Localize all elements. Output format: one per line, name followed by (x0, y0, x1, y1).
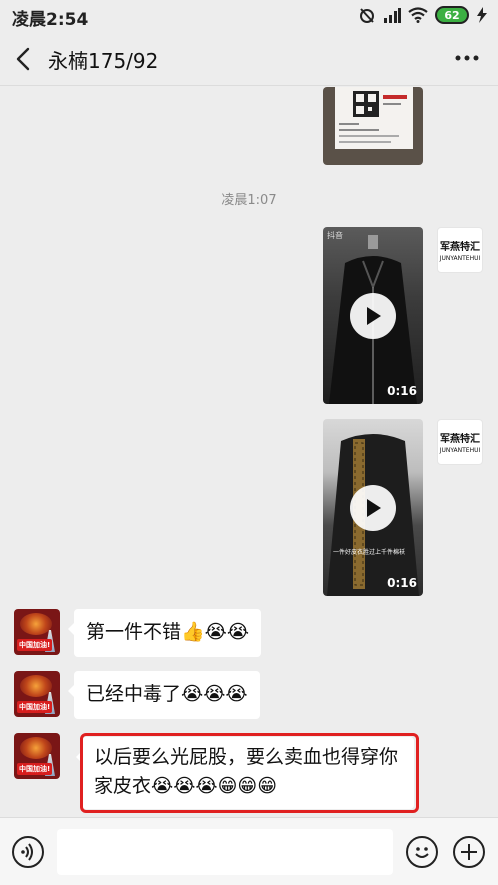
brand-name-cn: 军燕特汇 (440, 434, 480, 445)
video-duration: 0:16 (387, 576, 417, 590)
smiley-icon (415, 847, 429, 858)
document-image[interactable] (323, 87, 423, 165)
play-icon (367, 307, 381, 325)
plus-icon (461, 844, 477, 860)
avatar-label: 中国加油! (17, 701, 53, 713)
play-button[interactable] (350, 485, 396, 531)
message-input[interactable] (57, 829, 393, 875)
brand-name-en: JUNYANTEHUI (439, 447, 481, 454)
document-paper (335, 87, 413, 149)
user-avatar[interactable]: 中国加油! (14, 609, 60, 655)
voice-button[interactable] (12, 836, 44, 868)
video-caption: 一件好皮衣胜过上千件棉袄 (333, 549, 406, 556)
brand-avatar[interactable]: 军燕特汇 JUNYANTEHUI (437, 419, 483, 465)
message-bubble[interactable]: 已经中毒了😭😭😭 (68, 671, 260, 719)
charging-icon (477, 7, 487, 23)
signal-icon (384, 8, 401, 23)
user-avatar[interactable]: 中国加油! (14, 733, 60, 779)
status-icons: 62 (358, 6, 488, 24)
brand-name-en: JUNYANTEHUI (439, 255, 481, 262)
more-functions-button[interactable] (453, 836, 485, 868)
highlight-box (80, 733, 419, 813)
fireworks-image (20, 737, 52, 759)
fireworks-image (20, 613, 52, 635)
video-message-1[interactable]: 抖音 0:16 (323, 227, 423, 404)
brand-avatar[interactable]: 军燕特汇 JUNYANTEHUI (437, 227, 483, 273)
status-bar: 凌晨2:54 62 (0, 0, 498, 32)
message-timestamp: 凌晨1:07 (221, 193, 277, 208)
chat-title: 永楠175/92 (48, 49, 159, 73)
chat-header: 永楠175/92 (0, 32, 498, 86)
wifi-icon (408, 7, 428, 23)
fireworks-image (20, 675, 52, 697)
play-button[interactable] (350, 293, 396, 339)
more-options-icon[interactable] (454, 48, 480, 68)
message-text: 已经中毒了😭😭😭 (86, 683, 248, 705)
message-text: 第一件不错👍😭😭 (86, 621, 250, 643)
message-bubble[interactable]: 第一件不错👍😭😭 (67, 609, 262, 657)
qr-code-image (339, 91, 407, 143)
avatar-label: 中国加油! (17, 639, 53, 651)
emoji-button[interactable] (406, 836, 438, 868)
chat-area[interactable]: 凌晨1:07 抖音 0:16 军燕特汇 JUNYANTEHUI 一件好皮衣胜过上… (0, 87, 498, 817)
input-bar (0, 817, 498, 885)
battery-indicator: 62 (435, 6, 469, 24)
back-arrow-icon[interactable] (12, 46, 38, 72)
avatar-label: 中国加油! (17, 763, 53, 775)
play-icon (367, 499, 381, 517)
voice-icon (21, 843, 33, 861)
video-message-2[interactable]: 一件好皮衣胜过上千件棉袄 0:16 (323, 419, 423, 596)
user-avatar[interactable]: 中国加油! (14, 671, 60, 717)
alarm-off-icon (360, 8, 374, 23)
brand-name-cn: 军燕特汇 (440, 242, 480, 253)
status-time: 凌晨2:54 (12, 10, 89, 30)
video-duration: 0:16 (387, 384, 417, 398)
